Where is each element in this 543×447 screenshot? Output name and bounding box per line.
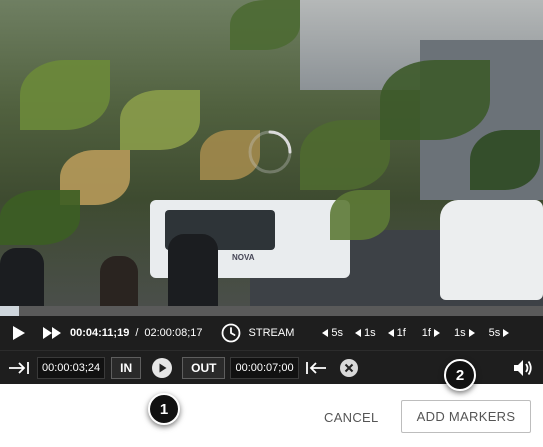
cancel-button[interactable]: CANCEL (318, 404, 385, 430)
video-leaf (380, 60, 490, 140)
video-bus-text: NOVA (232, 253, 255, 262)
video-frame[interactable]: NOVA (0, 0, 543, 306)
in-time-field[interactable]: 00:00:03;24 (37, 356, 106, 379)
current-time: 00:04:11;19 (70, 327, 129, 339)
play-circle-icon[interactable] (151, 357, 173, 379)
clock-icon[interactable] (221, 323, 241, 343)
video-player: NOVA 00:04:11;19 / 02:00:08;17 STREAM 5s… (0, 0, 543, 384)
step-back-1f-button[interactable]: 1f (387, 327, 406, 339)
stream-label[interactable]: STREAM (249, 327, 295, 339)
video-person-3 (168, 234, 218, 306)
out-time-field[interactable]: 00:00:07;00 (230, 356, 299, 379)
time-separator: / (135, 327, 139, 339)
go-to-in-icon[interactable] (8, 361, 30, 375)
video-leaf (230, 0, 300, 50)
go-to-out-icon[interactable] (305, 361, 327, 375)
progress-bar-fill (0, 306, 19, 316)
step-back-5s-label: 5s (331, 327, 343, 339)
step-fwd-5s-button[interactable]: 5s (489, 327, 510, 339)
video-leaf (300, 120, 390, 190)
callout-1: 1 (148, 393, 180, 425)
loading-spinner-icon (246, 128, 294, 176)
video-leaf (0, 190, 80, 245)
play-icon[interactable] (12, 325, 26, 341)
step-fwd-1f-button[interactable]: 1f (422, 327, 440, 339)
volume-icon[interactable] (513, 359, 533, 377)
step-back-1s-button[interactable]: 1s (354, 327, 376, 339)
video-leaf (470, 130, 540, 190)
video-person-2 (100, 256, 138, 306)
video-person-1 (0, 248, 44, 306)
out-button[interactable]: OUT (182, 356, 226, 379)
callout-2: 2 (444, 359, 476, 391)
video-leaf (330, 190, 390, 240)
step-fwd-5s-label: 5s (488, 327, 501, 339)
playback-controls: 00:04:11;19 / 02:00:08;17 STREAM 5s 1s 1… (0, 316, 543, 350)
step-back-1s-label: 1s (363, 327, 376, 339)
clear-icon[interactable] (339, 358, 359, 378)
in-button[interactable]: IN (111, 356, 142, 379)
step-back-1f-label: 1f (396, 327, 406, 339)
current-time-value: 00:04:11;19 (70, 327, 130, 339)
step-fwd-1s-label: 1s (453, 327, 466, 339)
progress-bar[interactable] (0, 306, 543, 316)
fast-forward-icon[interactable] (42, 326, 62, 340)
step-fwd-1s-button[interactable]: 1s (454, 327, 475, 339)
video-car (440, 200, 543, 300)
video-leaf (120, 90, 200, 150)
step-back-5s-button[interactable]: 5s (322, 327, 343, 339)
video-leaf (20, 60, 110, 130)
step-fwd-1f-label: 1f (421, 327, 431, 339)
duration: 02:00:08;17 (144, 327, 203, 339)
add-markers-button[interactable]: ADD MARKERS (401, 400, 531, 433)
